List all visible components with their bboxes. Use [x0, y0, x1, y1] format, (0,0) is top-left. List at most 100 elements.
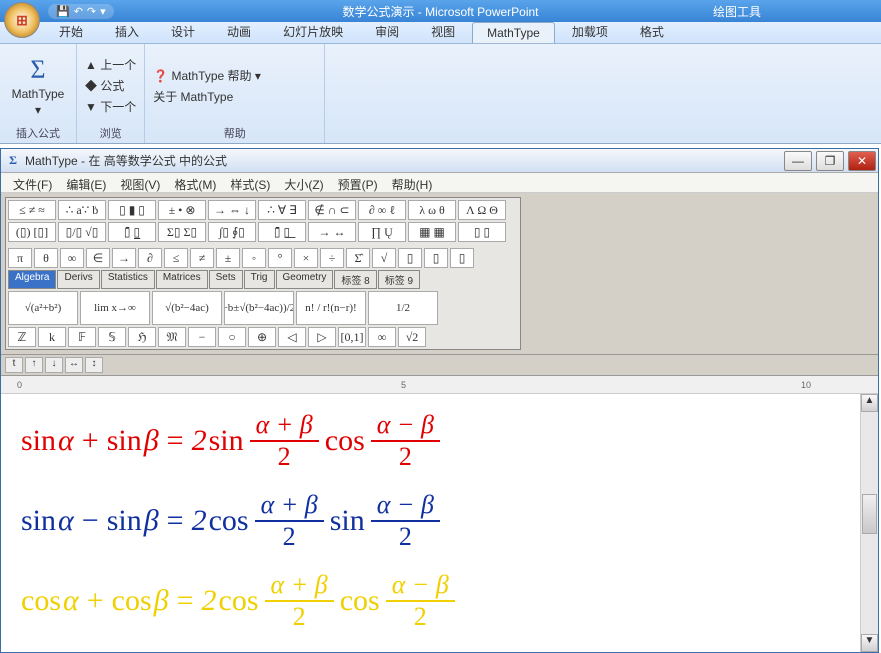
symbol-button[interactable]: − — [188, 327, 216, 347]
palette-cell[interactable]: ▯ ▮ ▯ — [108, 200, 156, 220]
menu-item[interactable]: 编辑(E) — [60, 175, 112, 190]
palette-cell[interactable]: ▯ ▯ — [458, 222, 506, 242]
palette-cell[interactable]: Σ̂ — [346, 248, 370, 268]
palette-cell[interactable]: ▯ — [450, 248, 474, 268]
tab-审阅[interactable]: 审阅 — [360, 19, 414, 43]
scroll-down-icon[interactable]: ▼ — [861, 634, 878, 652]
close-button[interactable]: ✕ — [848, 151, 876, 171]
palette-cell[interactable]: λ ω θ — [408, 200, 456, 220]
formula-2[interactable]: sinα − sinβ = 2 cos α + β2 sin α − β2 — [21, 490, 858, 552]
symbol-button[interactable]: ⊕ — [248, 327, 276, 347]
palette-cell[interactable]: ° — [268, 248, 292, 268]
template-cell[interactable]: 1/2 — [368, 291, 438, 325]
tab-视图[interactable]: 视图 — [416, 19, 470, 43]
maximize-button[interactable]: ❐ — [816, 151, 844, 171]
menu-item[interactable]: 样式(S) — [224, 175, 276, 190]
about-button[interactable]: 关于 MathType — [153, 88, 261, 105]
palette-tab[interactable]: Sets — [209, 270, 243, 289]
palette-cell[interactable]: → — [112, 248, 136, 268]
symbol-button[interactable]: ▷ — [308, 327, 336, 347]
symbol-button[interactable]: k — [38, 327, 66, 347]
palette-cell[interactable]: ÷ — [320, 248, 344, 268]
palette-tab[interactable]: Algebra — [8, 270, 56, 289]
palette-tab[interactable]: Geometry — [276, 270, 334, 289]
menu-item[interactable]: 视图(V) — [114, 175, 166, 190]
palette-cell[interactable]: ∞ — [60, 248, 84, 268]
palette-cell[interactable]: → ⇔ ↓ — [208, 200, 256, 220]
formula-3[interactable]: cosα + cosβ = 2 cos α + β2 cos α − β2 — [21, 570, 858, 632]
palette-tab[interactable]: 标签 9 — [378, 270, 420, 289]
symbol-button[interactable]: ◁ — [278, 327, 306, 347]
palette-tab[interactable]: Matrices — [156, 270, 208, 289]
symbol-button[interactable]: ∞ — [368, 327, 396, 347]
qat-undo-icon[interactable]: ↶ — [74, 5, 83, 18]
palette-cell[interactable]: ± • ⊗ — [158, 200, 206, 220]
palette-cell[interactable]: ∏ Ų — [358, 222, 406, 242]
palette-tab[interactable]: Statistics — [101, 270, 155, 289]
tab-动画[interactable]: 动画 — [212, 19, 266, 43]
formula-1[interactable]: sinα + sinβ = 2 sin α + β2 cos α − β2 — [21, 410, 858, 472]
palette-tab[interactable]: Derivs — [57, 270, 99, 289]
small-tool[interactable]: t — [5, 357, 23, 373]
menu-item[interactable]: 预置(P) — [332, 175, 384, 190]
palette-cell[interactable]: ≤ ≠ ≈ — [8, 200, 56, 220]
palette-cell[interactable]: → ↔ — [308, 222, 356, 242]
ruler[interactable]: 0 5 10 — [1, 376, 878, 394]
palette-cell[interactable]: π — [8, 248, 32, 268]
palette-cell[interactable]: ▦ ▦ — [408, 222, 456, 242]
tab-加载项[interactable]: 加载项 — [557, 19, 623, 43]
palette-cell[interactable]: ∂ — [138, 248, 162, 268]
symbol-button[interactable]: ℤ — [8, 327, 36, 347]
palette-cell[interactable]: ▯ — [424, 248, 448, 268]
palette-cell[interactable]: (▯) [▯] — [8, 222, 56, 242]
symbol-button[interactable]: [0,1] — [338, 327, 366, 347]
formula-button[interactable]: ◆ 公式 — [85, 77, 136, 94]
menu-item[interactable]: 文件(F) — [7, 175, 58, 190]
tab-格式[interactable]: 格式 — [625, 19, 679, 43]
small-tool[interactable]: ↔ — [65, 357, 83, 373]
equation-editor[interactable]: sinα + sinβ = 2 sin α + β2 cos α − β2 si… — [1, 394, 878, 652]
palette-cell[interactable]: √ — [372, 248, 396, 268]
template-cell[interactable]: (−b±√(b²−4ac))/2a — [224, 291, 294, 325]
palette-cell[interactable]: ∴ a∵ ḃ — [58, 200, 106, 220]
palette-cell[interactable]: ◦ — [242, 248, 266, 268]
help-button[interactable]: ❓ MathType 帮助 ▾ — [153, 67, 261, 84]
palette-cell[interactable]: × — [294, 248, 318, 268]
small-tool[interactable]: ↑ — [25, 357, 43, 373]
palette-cell[interactable]: Λ Ω Θ — [458, 200, 506, 220]
office-button[interactable]: ⊞ — [4, 2, 40, 38]
tab-插入[interactable]: 插入 — [100, 19, 154, 43]
palette-cell[interactable]: ∉ ∩ ⊂ — [308, 200, 356, 220]
template-cell[interactable]: √(b²−4ac) — [152, 291, 222, 325]
minimize-button[interactable]: — — [784, 151, 812, 171]
palette-cell[interactable]: ∴ ∀ ∃ — [258, 200, 306, 220]
template-cell[interactable]: n! / r!(n−r)! — [296, 291, 366, 325]
symbol-button[interactable]: ℌ — [128, 327, 156, 347]
symbol-button[interactable]: ○ — [218, 327, 246, 347]
palette-tab[interactable]: Trig — [244, 270, 275, 289]
tab-幻灯片放映[interactable]: 幻灯片放映 — [268, 19, 358, 43]
palette-cell[interactable]: ≠ — [190, 248, 214, 268]
template-cell[interactable]: √(a²+b²) — [8, 291, 78, 325]
palette-cell[interactable]: ▯̄ ▯͟ — [258, 222, 306, 242]
qat-redo-icon[interactable]: ↷ — [87, 5, 96, 18]
palette-cell[interactable]: θ — [34, 248, 58, 268]
next-button[interactable]: ▼ 下一个 — [85, 98, 136, 115]
vertical-scrollbar[interactable]: ▲ ▼ — [860, 394, 878, 652]
palette-cell[interactable]: ∂ ∞ ℓ — [358, 200, 406, 220]
symbol-button[interactable]: √2 — [398, 327, 426, 347]
palette-cell[interactable]: ∫▯ ∮▯ — [208, 222, 256, 242]
small-tool[interactable]: ↕ — [85, 357, 103, 373]
qat-dropdown-icon[interactable]: ▾ — [100, 5, 106, 18]
palette-tab[interactable]: 标签 8 — [334, 270, 376, 289]
template-cell[interactable]: lim x→∞ — [80, 291, 150, 325]
symbol-button[interactable]: 𝕊 — [98, 327, 126, 347]
scroll-up-icon[interactable]: ▲ — [861, 394, 878, 412]
menu-item[interactable]: 帮助(H) — [386, 175, 439, 190]
qat-save-icon[interactable]: 💾 — [56, 5, 70, 18]
tab-设计[interactable]: 设计 — [156, 19, 210, 43]
palette-cell[interactable]: ± — [216, 248, 240, 268]
palette-cell[interactable]: ∈ — [86, 248, 110, 268]
prev-button[interactable]: ▲ 上一个 — [85, 56, 136, 73]
symbol-button[interactable]: 𝔽 — [68, 327, 96, 347]
